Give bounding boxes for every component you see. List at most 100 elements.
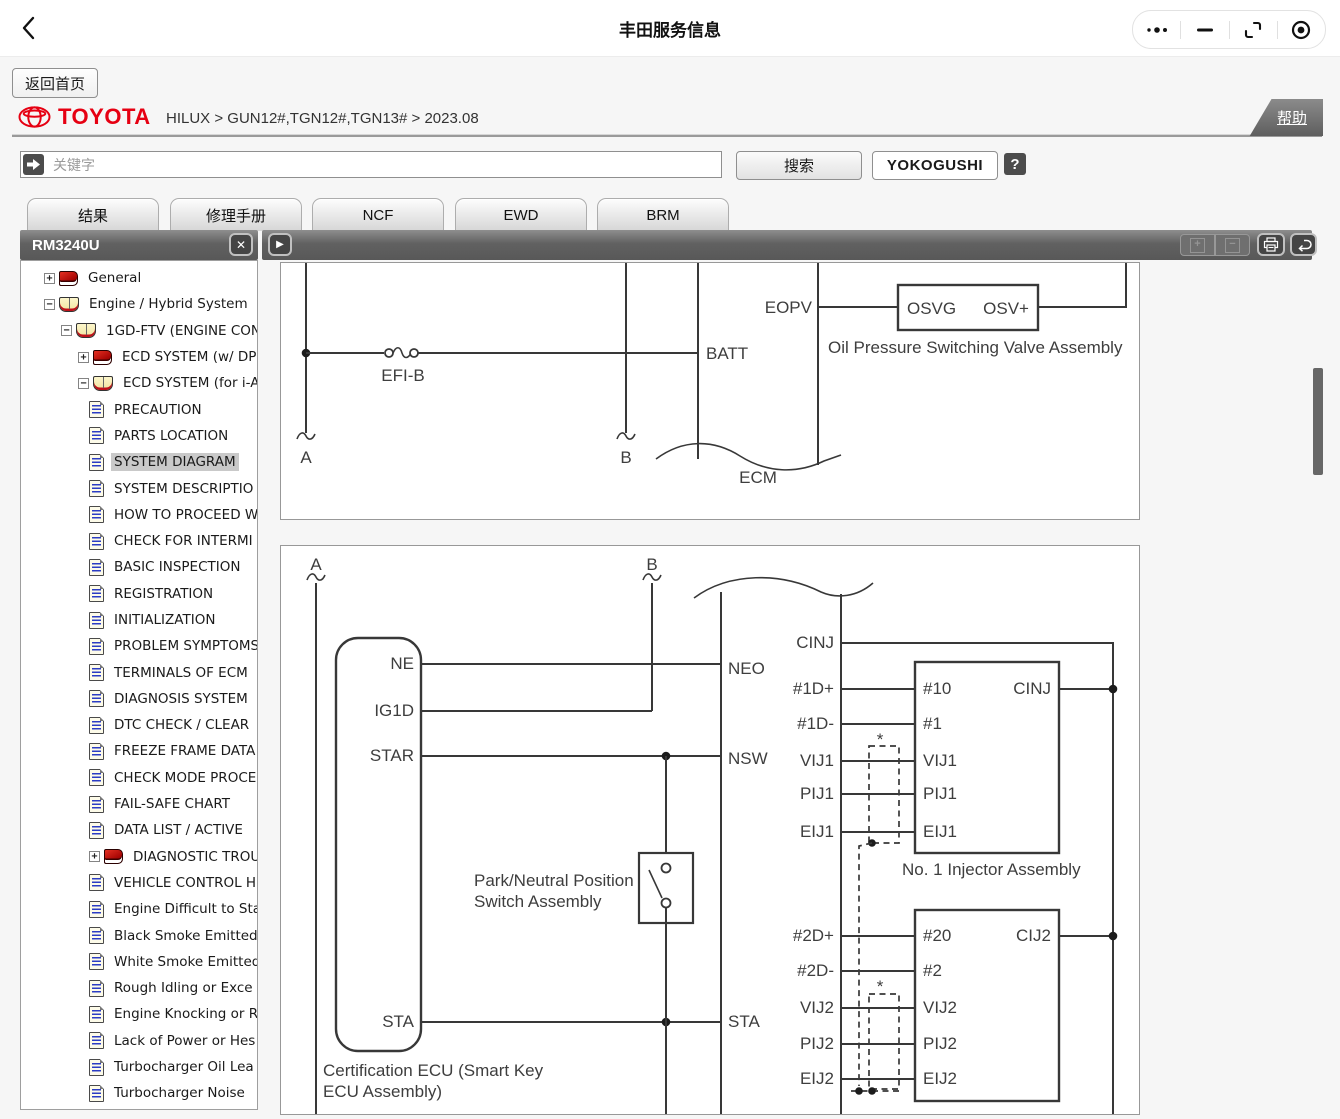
tree-item-label[interactable]: Turbocharger Oil Lea: [111, 1058, 257, 1076]
collapse-minus-icon[interactable]: −: [61, 325, 72, 336]
tree-item[interactable]: Turbocharger Noise: [21, 1080, 257, 1106]
tree-item[interactable]: DIAGNOSIS SYSTEM: [21, 686, 257, 712]
tree-item-label[interactable]: Black Smoke Emitted: [111, 927, 258, 945]
book-open-icon: [76, 323, 96, 338]
collapse-minus-icon[interactable]: −: [44, 299, 55, 310]
toyota-logo: TOYOTA: [18, 101, 151, 133]
tree-item[interactable]: REGISTRATION: [21, 581, 257, 607]
tree-item[interactable]: CHECK FOR INTERMI: [21, 528, 257, 554]
switch-label-1: Park/Neutral Position: [474, 871, 634, 890]
tree-item-label[interactable]: FAIL-SAFE CHART: [111, 795, 233, 813]
tree-item[interactable]: FREEZE FRAME DATA: [21, 738, 257, 764]
manual-id: RM3240U: [32, 230, 100, 260]
back-button[interactable]: [14, 13, 44, 43]
tree-item[interactable]: CHECK MODE PROCE: [21, 765, 257, 791]
tree-item[interactable]: + General: [21, 265, 257, 291]
tree-item-label[interactable]: DTC CHECK / CLEAR: [111, 716, 252, 734]
tree-item-label[interactable]: VEHICLE CONTROL H: [111, 874, 258, 892]
tree-item-label[interactable]: FREEZE FRAME DATA: [111, 742, 258, 760]
search-input[interactable]: [20, 151, 722, 178]
tree-item-label[interactable]: PROBLEM SYMPTOMS: [111, 637, 258, 655]
tab-results[interactable]: 结果: [27, 198, 159, 231]
help-button[interactable]: 帮助: [1245, 99, 1323, 136]
tree-item[interactable]: + DIAGNOSTIC TROU: [21, 844, 257, 870]
tree-item-label[interactable]: PARTS LOCATION: [111, 427, 231, 445]
tree-item-label[interactable]: DATA LIST / ACTIVE: [111, 821, 246, 839]
doc-icon: [89, 533, 104, 550]
tree-item[interactable]: Rough Idling or Exce: [21, 975, 257, 1001]
tab-brm[interactable]: BRM: [597, 198, 729, 231]
tree-item-label[interactable]: ECD SYSTEM (w/ DPI: [119, 348, 258, 366]
expand-panel-button[interactable]: ▶: [268, 233, 292, 256]
tree-item[interactable]: − ECD SYSTEM (for i-A: [21, 370, 257, 396]
tree-item[interactable]: Engine Knocking or R: [21, 1001, 257, 1027]
tree-item-label[interactable]: Turbocharger Noise: [111, 1084, 248, 1102]
print-button[interactable]: [1257, 233, 1285, 256]
minimize-button[interactable]: [1181, 11, 1228, 48]
tree-item[interactable]: SYSTEM DIAGRAM: [21, 449, 257, 475]
zoom-in-button[interactable]: +: [1180, 234, 1215, 256]
tree-item-label[interactable]: TERMINALS OF ECM: [111, 664, 251, 682]
tree-item[interactable]: − Engine / Hybrid System: [21, 291, 257, 317]
tree-item[interactable]: VEHICLE CONTROL H: [21, 870, 257, 896]
float-window-button[interactable]: [1230, 11, 1277, 48]
tree-item[interactable]: INITIALIZATION: [21, 607, 257, 633]
tree-item-label[interactable]: 1GD-FTV (ENGINE CON: [103, 322, 258, 340]
tree-item-label[interactable]: INITIALIZATION: [111, 611, 218, 629]
tree-item[interactable]: TERMINALS OF ECM: [21, 659, 257, 685]
tab-ncf[interactable]: NCF: [312, 198, 444, 231]
tree-item[interactable]: HOW TO PROCEED W: [21, 502, 257, 528]
back-home-button[interactable]: 返回首页: [12, 68, 98, 98]
tree-item[interactable]: DTC CHECK / CLEAR: [21, 712, 257, 738]
tree-item-label[interactable]: Engine Knocking or R: [111, 1005, 258, 1023]
return-button[interactable]: [1290, 233, 1317, 256]
search-help-icon[interactable]: ?: [1004, 153, 1026, 175]
yokogushi-button[interactable]: YOKOGUSHI: [872, 151, 998, 180]
tree-item[interactable]: − 1GD-FTV (ENGINE CON: [21, 318, 257, 344]
zoom-out-button[interactable]: −: [1215, 234, 1250, 256]
close-icon: ✕: [236, 239, 246, 251]
tree-item-label[interactable]: White Smoke Emitted: [111, 953, 258, 971]
more-button[interactable]: [1133, 11, 1180, 48]
tree-item[interactable]: PARTS LOCATION: [21, 423, 257, 449]
tab-repair-manual[interactable]: 修理手册: [170, 198, 302, 231]
tree-item-label[interactable]: CHECK FOR INTERMI: [111, 532, 256, 550]
tree-item-label[interactable]: ECD SYSTEM (for i-A: [120, 374, 258, 392]
tree-item-label[interactable]: PRECAUTION: [111, 401, 205, 419]
tree-item[interactable]: Black Smoke Emitted: [21, 922, 257, 948]
tree-item-label[interactable]: Lack of Power or Hes: [111, 1032, 258, 1050]
tree-item[interactable]: + ECD SYSTEM (w/ DPI: [21, 344, 257, 370]
tab-ewd[interactable]: EWD: [455, 198, 587, 231]
tree-item-label[interactable]: DIAGNOSTIC TROU: [130, 848, 258, 866]
tree-item-label[interactable]: REGISTRATION: [111, 585, 216, 603]
collapse-minus-icon[interactable]: −: [78, 378, 89, 389]
vertical-scrollbar[interactable]: [1313, 368, 1323, 475]
tree-item-label[interactable]: SYSTEM DIAGRAM: [111, 453, 239, 471]
close-tree-button[interactable]: ✕: [229, 233, 253, 256]
tree-item[interactable]: BASIC INSPECTION: [21, 554, 257, 580]
tree-item[interactable]: DATA LIST / ACTIVE: [21, 817, 257, 843]
tree-item[interactable]: PROBLEM SYMPTOMS: [21, 633, 257, 659]
tree-item-label[interactable]: Engine / Hybrid System: [86, 295, 251, 313]
ecm-pin-vij2: VIJ2: [800, 998, 834, 1017]
exit-button[interactable]: [1278, 11, 1325, 48]
tree-item-label[interactable]: DIAGNOSIS SYSTEM: [111, 690, 251, 708]
tree-item[interactable]: PRECAUTION: [21, 396, 257, 422]
tree-item-label[interactable]: BASIC INSPECTION: [111, 558, 243, 576]
tree-item-label[interactable]: General: [85, 269, 144, 287]
tree-item-label[interactable]: CHECK MODE PROCE: [111, 769, 258, 787]
tree-item-label[interactable]: Engine Difficult to Sta: [111, 900, 258, 918]
tree-item-label[interactable]: Rough Idling or Exce: [111, 979, 256, 997]
tree-item[interactable]: Lack of Power or Hes: [21, 1028, 257, 1054]
tree-item-label[interactable]: HOW TO PROCEED W: [111, 506, 258, 524]
tree-item[interactable]: FAIL-SAFE CHART: [21, 791, 257, 817]
expand-plus-icon[interactable]: +: [89, 851, 100, 862]
tree-item[interactable]: SYSTEM DESCRIPTIO: [21, 475, 257, 501]
search-button[interactable]: 搜索: [736, 151, 862, 180]
tree-item-label[interactable]: SYSTEM DESCRIPTIO: [111, 480, 256, 498]
expand-plus-icon[interactable]: +: [44, 273, 55, 284]
tree-item[interactable]: Engine Difficult to Sta: [21, 896, 257, 922]
tree-item[interactable]: Turbocharger Oil Lea: [21, 1054, 257, 1080]
tree-item[interactable]: White Smoke Emitted: [21, 949, 257, 975]
expand-plus-icon[interactable]: +: [78, 352, 89, 363]
